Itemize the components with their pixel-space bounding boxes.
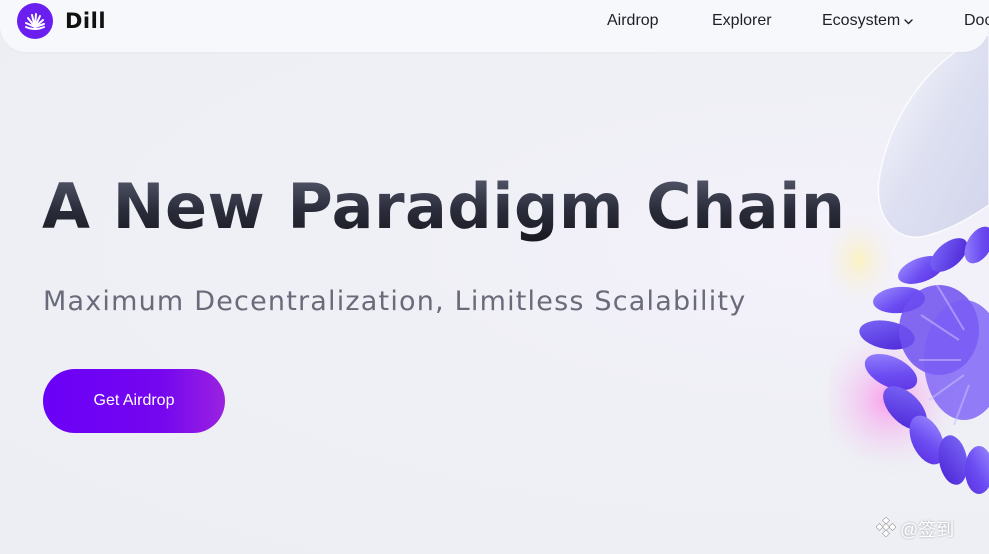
dill-logo-icon: [17, 3, 53, 39]
nav-ecosystem-dropdown[interactable]: Ecosystem: [822, 12, 913, 30]
watermark-text: @签到: [900, 520, 955, 540]
hero-title: A New Paradigm Chain: [42, 170, 846, 243]
page: Dill Airdrop Explorer Ecosystem Doc A Ne…: [0, 0, 989, 554]
diamond-logo-icon: [875, 516, 897, 542]
watermark: @签到: [875, 516, 955, 542]
brand-logo-link[interactable]: Dill: [17, 3, 106, 39]
hero-3d-illustration: [829, 34, 989, 494]
nav-explorer-link[interactable]: Explorer: [712, 12, 772, 30]
nav-ecosystem-label: Ecosystem: [822, 12, 901, 30]
brand-name: Dill: [65, 9, 107, 33]
get-airdrop-button[interactable]: Get Airdrop: [43, 369, 225, 433]
nav-airdrop-link[interactable]: Airdrop: [607, 12, 659, 30]
chevron-down-icon: [904, 12, 913, 30]
nav-docs-link[interactable]: Doc: [964, 12, 989, 30]
top-navbar: Dill Airdrop Explorer Ecosystem Doc: [0, 0, 989, 52]
hero-subtitle: Maximum Decentralization, Limitless Scal…: [43, 286, 747, 317]
